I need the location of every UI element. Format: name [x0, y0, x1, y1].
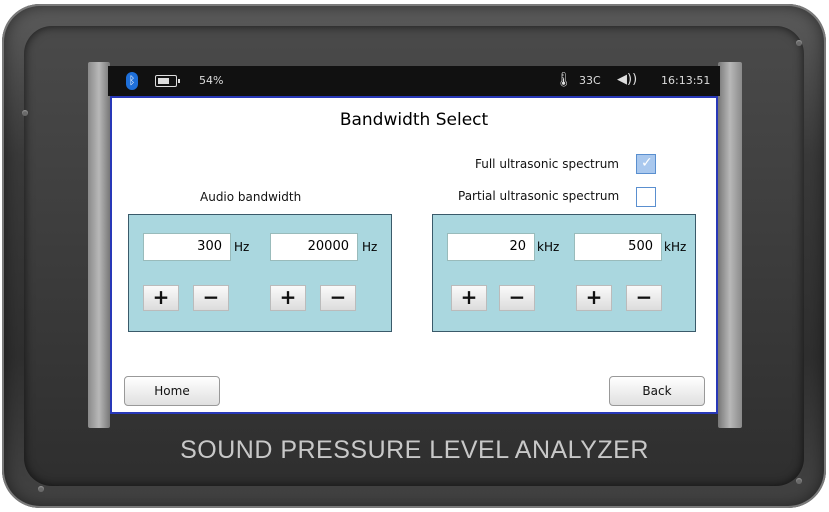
ultra-high-unit: kHz — [664, 240, 687, 254]
screw — [796, 478, 802, 484]
screw — [22, 110, 28, 116]
status-bar: ᛒ 54% 🌡 33C ◀)) 16:13:51 — [108, 66, 720, 96]
audio-bandwidth-label: Audio bandwidth — [200, 190, 302, 204]
audio-low-field[interactable]: 300 — [143, 233, 231, 261]
audio-low-plus-button[interactable]: + — [143, 285, 179, 311]
audio-high-field[interactable]: 20000 — [270, 233, 358, 261]
audio-high-plus-button[interactable]: + — [270, 285, 306, 311]
partial-spectrum-checkbox[interactable] — [636, 187, 656, 207]
bezel-right — [718, 62, 742, 428]
home-button[interactable]: Home — [124, 376, 220, 406]
full-spectrum-checkbox[interactable] — [636, 154, 656, 174]
audio-high-unit: Hz — [362, 240, 378, 254]
ultra-low-minus-button[interactable]: − — [499, 285, 535, 311]
device-brand-label: SOUND PRESSURE LEVEL ANALYZER — [180, 436, 649, 464]
back-button[interactable]: Back — [609, 376, 705, 406]
ultra-high-minus-button[interactable]: − — [626, 285, 662, 311]
thermometer-icon: 🌡 — [555, 72, 573, 88]
full-spectrum-label: Full ultrasonic spectrum — [475, 157, 619, 171]
screw — [796, 40, 802, 46]
ultra-high-plus-button[interactable]: + — [576, 285, 612, 311]
ultra-low-field[interactable]: 20 — [447, 233, 535, 261]
page-title: Bandwidth Select — [339, 110, 489, 130]
speaker-icon[interactable]: ◀)) — [617, 72, 637, 87]
ultra-low-unit: kHz — [537, 240, 560, 254]
temperature-value: 33C — [579, 74, 601, 87]
bluetooth-icon: ᛒ — [126, 72, 138, 90]
partial-spectrum-label: Partial ultrasonic spectrum — [458, 189, 620, 203]
audio-high-minus-button[interactable]: − — [320, 285, 356, 311]
clock-time: 16:13:51 — [661, 74, 711, 87]
bandwidth-screen: Bandwidth Select Full ultrasonic spectru… — [110, 96, 718, 414]
ultra-high-field[interactable]: 500 — [574, 233, 662, 261]
ultra-low-plus-button[interactable]: + — [451, 285, 487, 311]
screw — [38, 486, 44, 492]
ultrasonic-bandwidth-panel: 20 kHz 500 kHz + − + − — [432, 214, 696, 332]
audio-low-unit: Hz — [234, 240, 250, 254]
battery-icon — [155, 75, 180, 87]
audio-low-minus-button[interactable]: − — [193, 285, 229, 311]
bezel-left — [88, 62, 110, 428]
audio-bandwidth-panel: 300 Hz 20000 Hz + − + − — [128, 214, 392, 332]
battery-percent: 54% — [199, 74, 224, 87]
